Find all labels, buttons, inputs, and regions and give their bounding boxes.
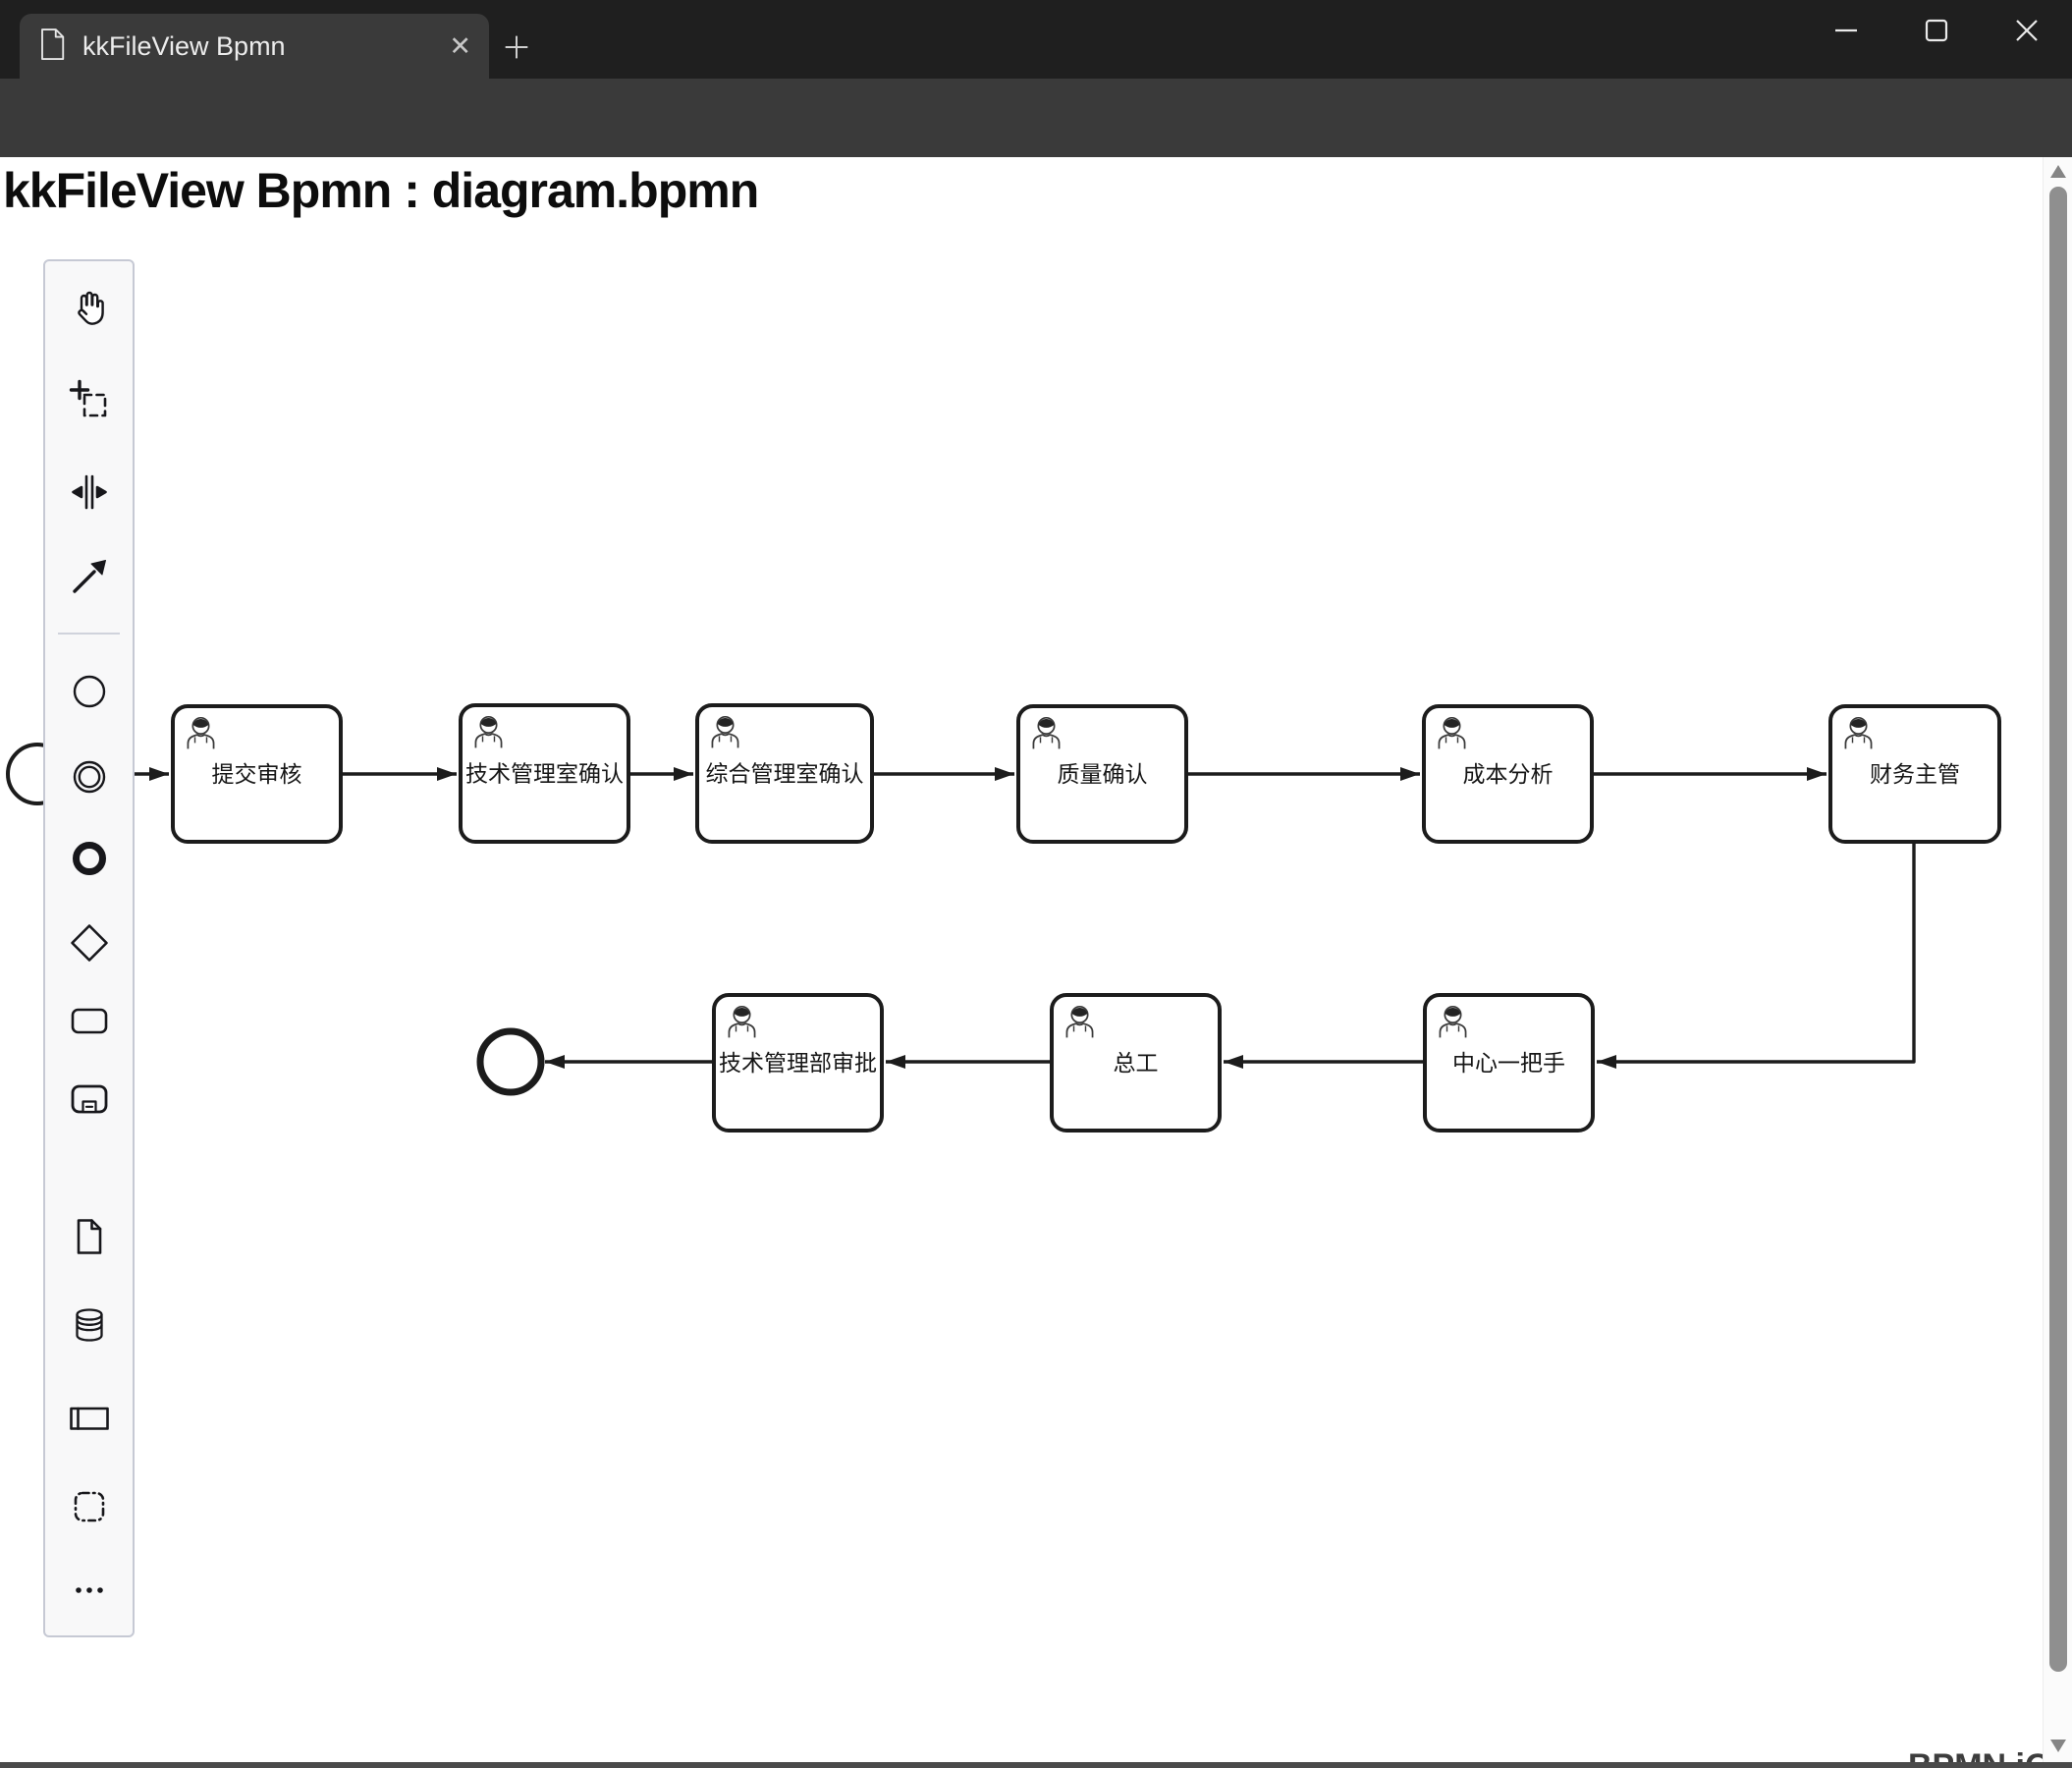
- vertical-scrollbar[interactable]: [2043, 157, 2072, 1762]
- document-icon: [37, 27, 67, 67]
- palette-create-intermediate-event[interactable]: [66, 753, 113, 801]
- palette-create-data-object[interactable]: [66, 1213, 113, 1260]
- bpmn-canvas: 提交审核 技术管理室确认 综合管理室确认 质量确认 成本分析 财务主管技术管理部审批 总工 中…: [6, 703, 2001, 1133]
- palette-create-end-event[interactable]: [66, 835, 113, 882]
- task-label: 技术管理室确认: [465, 761, 624, 787]
- palette-more-tools[interactable]: [66, 1567, 113, 1614]
- new-tab-button[interactable]: [491, 22, 542, 73]
- palette-create-start-event[interactable]: [66, 668, 113, 715]
- window-controls: [1801, 0, 2072, 61]
- user-task-general-office-confirm[interactable]: 综合管理室确认: [695, 703, 874, 844]
- user-task-chief-engineer[interactable]: 总工: [1050, 993, 1222, 1133]
- palette-create-gateway[interactable]: [66, 919, 113, 967]
- palette-create-group[interactable]: [66, 1483, 113, 1530]
- close-button[interactable]: [1982, 0, 2072, 61]
- minimize-button[interactable]: [1801, 0, 1891, 61]
- tab-close-icon[interactable]: ✕: [449, 32, 471, 60]
- maximize-button[interactable]: [1891, 0, 1982, 61]
- scrollbar-thumb[interactable]: [2049, 187, 2067, 1672]
- palette-create-participant[interactable]: [66, 1395, 113, 1442]
- task-label: 总工: [1114, 1050, 1159, 1076]
- scroll-down-icon[interactable]: [2050, 1740, 2066, 1752]
- palette-space-tool[interactable]: [66, 469, 113, 516]
- user-task-tech-office-confirm[interactable]: 技术管理室确认: [459, 703, 630, 844]
- palette-global-connect-tool[interactable]: [66, 553, 113, 600]
- palette-hand-tool[interactable]: [66, 286, 113, 333]
- end-event[interactable]: [476, 1027, 545, 1096]
- palette-lasso-tool[interactable]: [66, 376, 113, 423]
- palette: [43, 259, 135, 1637]
- task-label: 质量确认: [1058, 761, 1148, 787]
- palette-create-data-store[interactable]: [66, 1301, 113, 1349]
- browser-window: kkFileView Bpmn ✕ 提交审核 技术管理室确认 综合管理室确认 质…: [0, 0, 2072, 1768]
- task-label: 提交审核: [212, 761, 302, 787]
- palette-create-subprocess[interactable]: [66, 1076, 113, 1123]
- palette-create-task[interactable]: [66, 997, 113, 1044]
- sequence-flow-7[interactable]: [1597, 842, 1916, 1069]
- task-label: 综合管理室确认: [706, 761, 864, 787]
- task-label: 技术管理部审批: [719, 1050, 877, 1076]
- window-bottom-edge: [0, 1762, 2072, 1768]
- user-task-quality-confirm[interactable]: 质量确认: [1016, 704, 1188, 844]
- tab-strip: kkFileView Bpmn ✕: [0, 0, 2072, 79]
- browser-toolbar: https://file.kkview.cn/onlinePreview?url…: [0, 79, 2072, 223]
- task-label: 成本分析: [1463, 761, 1554, 787]
- user-task-submit-review[interactable]: 提交审核: [171, 704, 343, 844]
- tab-kkfileview[interactable]: kkFileView Bpmn ✕: [20, 14, 489, 79]
- user-task-finance-director[interactable]: 财务主管: [1828, 704, 2001, 844]
- user-task-cost-analysis[interactable]: 成本分析: [1422, 704, 1594, 844]
- task-label: 中心一把手: [1452, 1050, 1565, 1076]
- user-task-center-head[interactable]: 中心一把手: [1423, 993, 1595, 1133]
- page-content: 提交审核 技术管理室确认 综合管理室确认 质量确认 成本分析 财务主管技术管理部审批 总工 中…: [0, 157, 2072, 1768]
- tab-title: kkFileView Bpmn: [82, 30, 286, 61]
- palette-separator: [58, 633, 120, 635]
- task-label: 财务主管: [1870, 761, 1960, 787]
- scroll-up-icon[interactable]: [2050, 165, 2066, 178]
- user-task-tech-dept-approve[interactable]: 技术管理部审批: [712, 993, 884, 1133]
